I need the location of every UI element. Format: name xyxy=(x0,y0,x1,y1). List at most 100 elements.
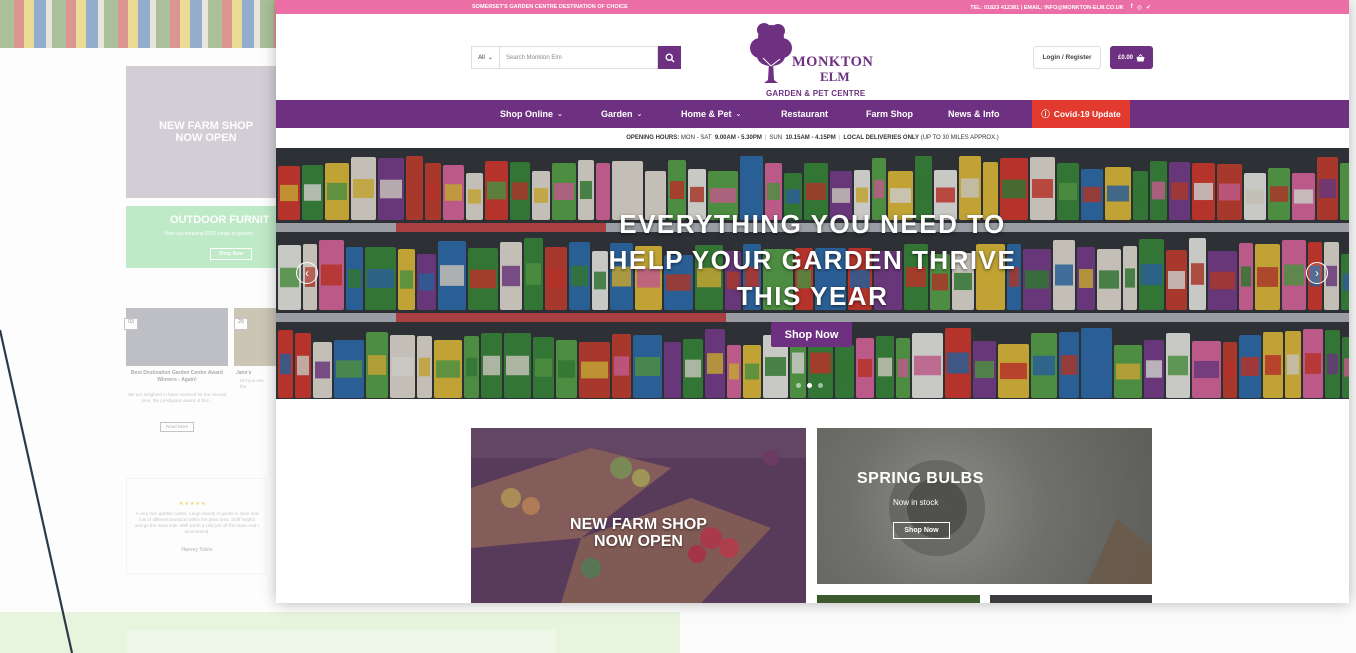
background-farm-line2: NOW OPEN xyxy=(175,132,237,144)
topbar-tagline: SOMERSET'S GARDEN CENTRE DESTINATION OF … xyxy=(472,4,628,10)
hours-delivery-label: LOCAL DELIVERIES ONLY xyxy=(843,135,920,141)
background-review-stars: ★★★★★ xyxy=(179,501,207,507)
hero-heading-line3: THIS YEAR xyxy=(736,281,889,311)
spring-bulbs-shop-now-button[interactable]: Shop Now xyxy=(893,522,950,539)
topbar-contact[interactable]: TEL: 01823 412381 | EMAIL: INFO@MONKTON-… xyxy=(970,5,1124,11)
spring-bulbs-promo-tile[interactable]: SPRING BULBS Now in stock Shop Now xyxy=(817,428,1152,584)
hero-heading-line2: HELP YOUR GARDEN THRIVE xyxy=(608,245,1017,275)
hero-carousel: EVERYTHING YOU NEED TO HELP YOUR GARDEN … xyxy=(276,148,1349,399)
hours-weekday-days: MON - SAT xyxy=(680,135,712,141)
background-news-date-2: 29 xyxy=(234,318,248,330)
hero-heading-line1: EVERYTHING YOU NEED TO xyxy=(619,209,1006,239)
logo-name-line1: MONKTON xyxy=(792,54,874,70)
nav-item-news-info[interactable]: News & Info xyxy=(948,100,1000,128)
basket-icon xyxy=(1136,53,1145,61)
farm-shop-title-line1: NEW FARM SHOP xyxy=(570,516,707,533)
carousel-dot-1[interactable] xyxy=(796,383,801,388)
main-navigation: Shop Online ⌄ Garden ⌄ Home & Pet ⌄ Rest… xyxy=(276,100,1349,128)
hero-heading: EVERYTHING YOU NEED TO HELP YOUR GARDEN … xyxy=(556,206,1069,314)
cart-button[interactable]: £0.00 xyxy=(1110,46,1153,69)
promo-tile-partial-2[interactable] xyxy=(990,595,1152,603)
farm-shop-title-line2: NOW OPEN xyxy=(594,533,683,550)
search-category-select[interactable]: All ⌄ xyxy=(471,46,500,69)
nav-label: Covid-19 Update xyxy=(1053,109,1121,119)
instagram-icon[interactable]: ◎ xyxy=(1137,4,1142,11)
hours-delivery-note: (UP TO 30 MILES APPROX.) xyxy=(920,135,999,141)
hours-weekday-time: 9.00AM - 5.30PM xyxy=(714,135,762,141)
cart-total: £0.00 xyxy=(1117,54,1133,61)
carousel-dots xyxy=(796,383,823,388)
facebook-icon[interactable]: f xyxy=(1131,4,1133,11)
chevron-down-icon: ⌄ xyxy=(735,111,742,118)
nav-item-home-pet[interactable]: Home & Pet ⌄ xyxy=(681,100,741,128)
info-icon: ⓘ xyxy=(1041,109,1050,119)
nav-label: Farm Shop xyxy=(866,109,914,119)
background-news-date-1: 03 xyxy=(124,318,138,330)
background-news-title-1[interactable]: Best Destination Garden Centre Award Win… xyxy=(126,370,228,383)
nav-label: Restaurant xyxy=(781,109,829,119)
background-outdoor-furniture-tile[interactable]: OUTDOOR FURNIT View our amazing 2021 ran… xyxy=(126,206,286,268)
hours-label: OPENING HOURS: xyxy=(626,135,680,141)
opening-hours-bar: OPENING HOURS: MON - SAT 9.00AM - 5.30PM… xyxy=(276,128,1349,148)
background-outdoor-subtitle: View our amazing 2021 range of garden xyxy=(164,231,253,237)
carousel-prev-button[interactable]: ‹ xyxy=(296,262,318,284)
social-icons: f ◎ ✔ xyxy=(1131,4,1151,11)
nav-item-covid-update[interactable]: ⓘ Covid-19 Update xyxy=(1032,100,1130,128)
separator: | xyxy=(764,135,767,141)
carousel-dot-2[interactable] xyxy=(807,383,812,388)
background-review-author: Harvey Tobin xyxy=(181,547,213,553)
chevron-right-icon: › xyxy=(1315,266,1319,280)
nav-item-restaurant[interactable]: Restaurant xyxy=(781,100,828,128)
farm-shop-title: NEW FARM SHOP NOW OPEN xyxy=(471,516,806,550)
spring-bulbs-title: SPRING BULBS xyxy=(857,470,984,487)
search-input[interactable]: Search Monkton Elm xyxy=(500,46,658,69)
tree-logo-icon xyxy=(750,23,792,83)
background-news-text-2: Did you use the xyxy=(240,378,264,389)
background-farm-line1: NEW FARM SHOP xyxy=(158,119,254,132)
chevron-down-icon: ⌄ xyxy=(557,111,563,118)
background-news-title-2[interactable]: Jane's xyxy=(236,370,276,377)
logo-name-line2: ELM xyxy=(820,69,850,84)
nav-label: Garden xyxy=(601,109,633,119)
nav-label: Shop Online xyxy=(500,109,553,119)
background-news-text-1: We are delighted to have received for th… xyxy=(128,392,226,403)
background-review-card: ★★★★★ A very nice garden centre. Large v… xyxy=(126,478,266,574)
spring-bulbs-image xyxy=(889,460,1152,584)
hours-sunday-time: 10.15AM - 4.15PM xyxy=(785,135,836,141)
chevron-down-icon: ⌄ xyxy=(487,55,493,61)
background-outdoor-title: OUTDOOR FURNIT xyxy=(170,214,270,226)
nav-item-shop-online[interactable]: Shop Online ⌄ xyxy=(500,100,563,128)
background-farm-shop-tile[interactable]: NEW FARM SHOP NOW OPEN xyxy=(126,66,286,198)
background-news-read-more[interactable]: Read More xyxy=(160,422,194,432)
search-button[interactable] xyxy=(658,46,681,69)
nav-item-farm-shop[interactable]: Farm Shop xyxy=(866,100,913,128)
background-news-date-day: 29 xyxy=(238,319,244,325)
spring-bulbs-subtitle: Now in stock xyxy=(893,498,939,507)
carousel-dot-3[interactable] xyxy=(818,383,823,388)
separator: | xyxy=(838,135,841,141)
site-header: All ⌄ Search Monkton Elm MONKTON ELM GAR… xyxy=(276,14,1349,100)
chevron-down-icon: ⌄ xyxy=(636,111,643,118)
background-news-image-1[interactable] xyxy=(126,308,228,366)
website-window: SOMERSET'S GARDEN CENTRE DESTINATION OF … xyxy=(276,0,1349,603)
login-register-button[interactable]: Login / Register xyxy=(1033,46,1101,69)
logo-tagline: GARDEN & PET CENTRE xyxy=(766,89,866,98)
twitter-icon[interactable]: ✔ xyxy=(1146,4,1151,11)
background-outdoor-button[interactable]: Shop Now xyxy=(210,248,252,260)
nav-item-garden[interactable]: Garden ⌄ xyxy=(601,100,642,128)
farm-shop-promo-tile[interactable]: NEW FARM SHOP NOW OPEN xyxy=(471,428,806,603)
carousel-next-button[interactable]: › xyxy=(1306,262,1328,284)
topbar-contact-group: TEL: 01823 412381 | EMAIL: INFO@MONKTON-… xyxy=(970,4,1151,11)
search-bar: All ⌄ Search Monkton Elm xyxy=(471,46,681,69)
nav-label: Home & Pet xyxy=(681,109,732,119)
top-bar: SOMERSET'S GARDEN CENTRE DESTINATION OF … xyxy=(276,0,1349,14)
search-category-value: All xyxy=(478,54,485,61)
screenshot-stage: NEW FARM SHOP NOW OPEN OUTDOOR FURNIT Vi… xyxy=(0,0,1356,653)
site-logo[interactable]: MONKTON ELM GARDEN & PET CENTRE xyxy=(746,20,886,98)
promo-tile-partial-1[interactable] xyxy=(817,595,980,603)
hours-sunday-day: SUN xyxy=(769,135,783,141)
nav-label: News & Info xyxy=(948,109,1000,119)
background-footer-inner xyxy=(126,630,556,653)
chevron-left-icon: ‹ xyxy=(305,266,309,280)
hero-shop-now-button[interactable]: Shop Now xyxy=(771,322,852,347)
